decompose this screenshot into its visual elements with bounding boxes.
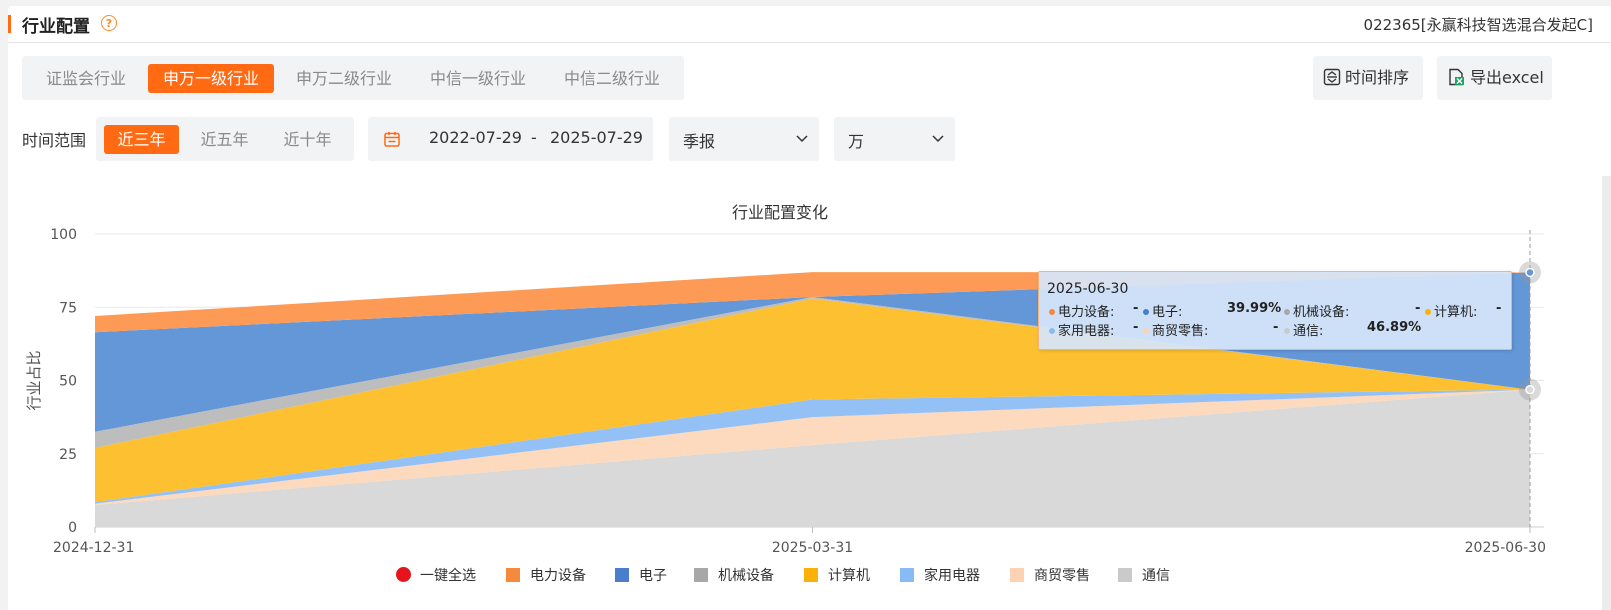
legend-label: 计算机 (828, 568, 870, 584)
legend-power-equipment[interactable]: 电力设备 (506, 565, 586, 585)
legend-swatch (1118, 568, 1132, 582)
tooltip-item-telecom: 通信: (1284, 320, 1323, 339)
dot-icon (1143, 309, 1149, 315)
legend-computer[interactable]: 计算机 (804, 565, 870, 585)
legend-label: 家用电器 (924, 568, 980, 584)
tooltip-value: - (1496, 301, 1502, 316)
dot-icon (1284, 328, 1290, 334)
dot-icon (1284, 309, 1290, 315)
tooltip-label: 电子: (1152, 305, 1183, 320)
chart-legend: 一键全选 电力设备 电子 机械设备 计算机 家用电器 商贸零售 通信 (8, 565, 1611, 585)
y-tick-label: 0 (68, 520, 77, 536)
legend-swatch (506, 568, 520, 582)
legend-label: 电力设备 (530, 568, 586, 584)
legend-label: 电子 (639, 568, 667, 584)
tooltip-item-home-appliances: 家用电器: (1049, 320, 1114, 339)
tooltip-item-retail: 商贸零售: (1143, 320, 1208, 339)
tooltip-value: - (1133, 301, 1139, 316)
legend-label: 通信 (1142, 568, 1170, 584)
y-axis-label: 行业占比 (25, 350, 43, 410)
tooltip-value: - (1415, 301, 1421, 316)
x-tick-label: 2024-12-31 (53, 540, 134, 556)
legend-label: 机械设备 (718, 568, 774, 584)
dot-icon (1049, 309, 1055, 315)
tooltip-label: 机械设备: (1293, 305, 1350, 320)
legend-swatch (1010, 568, 1024, 582)
x-tick-label: 2025-03-31 (772, 540, 853, 556)
legend-swatch (694, 568, 708, 582)
dot-icon (1049, 328, 1055, 334)
x-tick-label: 2025-06-30 (1465, 540, 1546, 556)
tooltip-label: 通信: (1293, 324, 1324, 339)
tooltip-label: 家用电器: (1058, 324, 1115, 339)
legend-swatch (900, 568, 914, 582)
legend-electronics[interactable]: 电子 (615, 565, 667, 585)
tooltip-date: 2025-06-30 (1047, 281, 1129, 297)
dot-icon (1425, 309, 1431, 315)
tooltip-value: 46.89% (1367, 320, 1422, 335)
legend-machinery[interactable]: 机械设备 (694, 565, 774, 585)
legend-label: 一键全选 (420, 568, 476, 584)
dot-icon (1143, 328, 1149, 334)
y-tick-label: 50 (59, 374, 77, 390)
y-tick-label: 75 (59, 300, 77, 316)
tooltip-item-electronics: 电子: (1143, 301, 1182, 320)
tooltip-label: 商贸零售: (1152, 324, 1209, 339)
tooltip-label: 计算机: (1434, 305, 1478, 320)
hover-marker (1525, 267, 1535, 278)
tooltip-item-computer: 计算机: (1425, 301, 1477, 320)
industry-config-panel: 行业配置 ? 022365[永赢科技智选混合发起C] 证监会行业 申万一级行业 … (8, 6, 1611, 610)
legend-retail[interactable]: 商贸零售 (1010, 565, 1090, 585)
tooltip-item-power-equipment: 电力设备: (1049, 301, 1114, 320)
legend-swatch (615, 568, 629, 582)
y-tick-label: 100 (50, 227, 77, 243)
legend-select-all[interactable]: 一键全选 (396, 565, 476, 585)
tooltip-label: 电力设备: (1058, 305, 1115, 320)
tooltip-value: - (1273, 320, 1279, 335)
tooltip-item-machinery: 机械设备: (1284, 301, 1349, 320)
tooltip-value: 39.99% (1227, 301, 1282, 316)
tooltip-value: - (1133, 320, 1139, 335)
legend-home-appliances[interactable]: 家用电器 (900, 565, 980, 585)
legend-swatch (804, 568, 818, 582)
chart-tooltip: 2025-06-30 电力设备: - 电子: 39.99% 机械设备: - 计算… (1038, 271, 1512, 350)
y-tick-label: 25 (59, 447, 77, 463)
legend-telecom[interactable]: 通信 (1118, 565, 1170, 585)
hover-marker (1525, 384, 1535, 395)
legend-label: 商贸零售 (1034, 568, 1090, 584)
select-all-icon (396, 567, 411, 582)
